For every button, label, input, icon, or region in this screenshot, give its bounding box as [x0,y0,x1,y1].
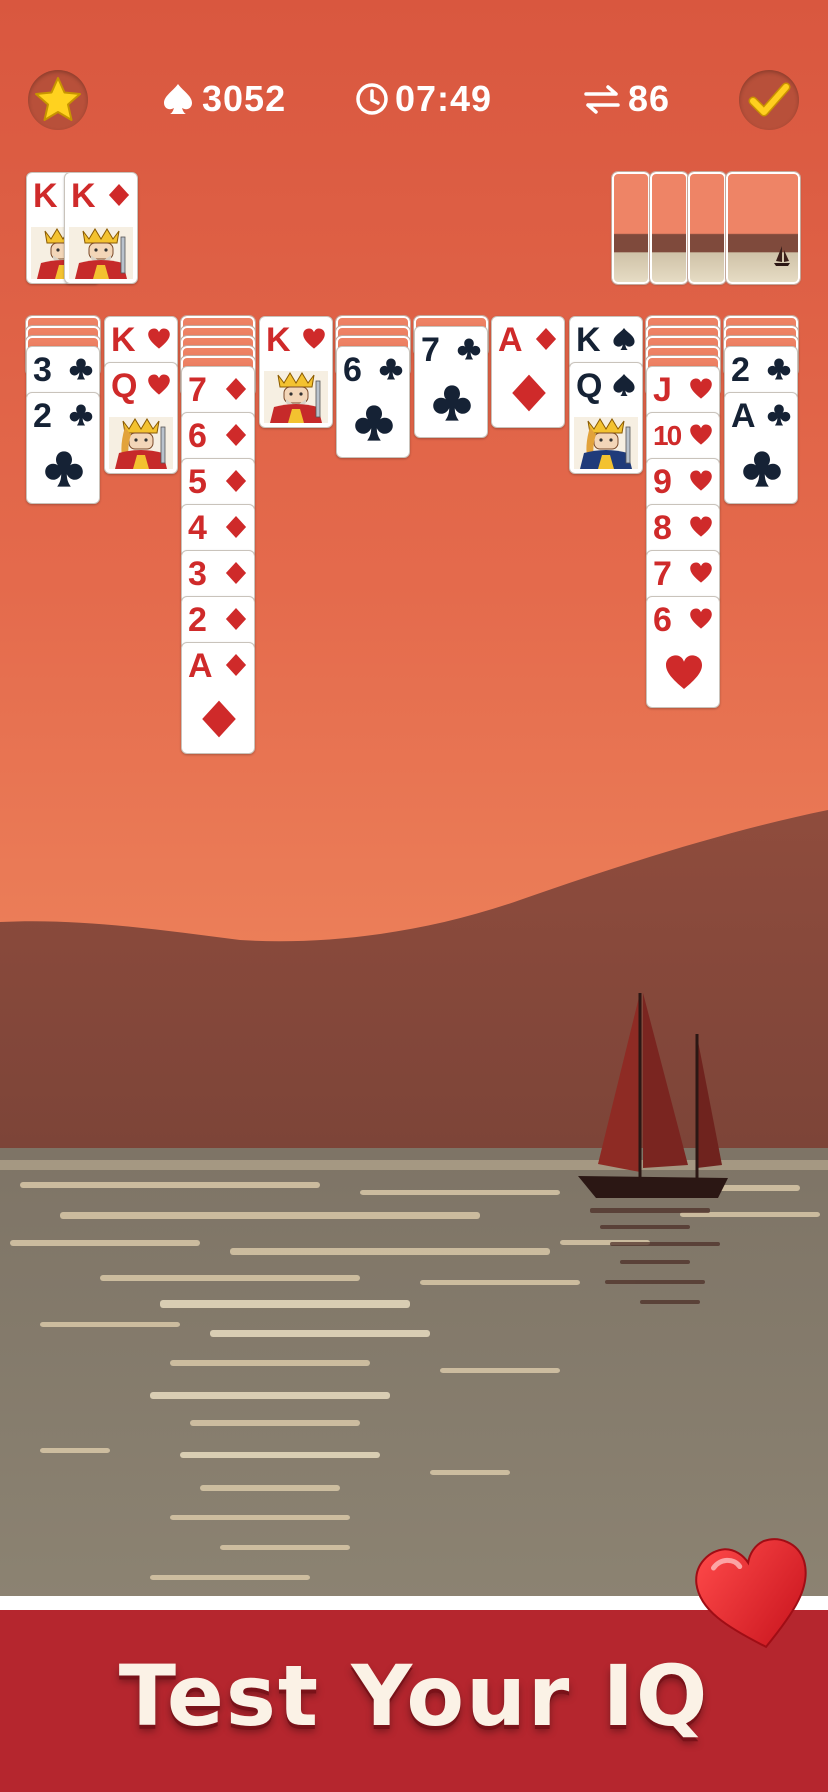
diamond-icon [225,469,247,493]
heart-icon [303,328,325,349]
timer-display: 07:49 [355,76,492,122]
tableau-card[interactable]: 6 [646,596,720,708]
king-portrait [69,227,133,279]
queen-portrait [109,417,173,469]
banner-title: Test Your IQ [118,1647,710,1745]
check-icon [748,82,791,117]
heart-icon [690,378,712,399]
diamond-icon [225,561,247,585]
club-icon [767,358,791,380]
tableau-card[interactable]: A [724,392,798,504]
foundation-card[interactable]: K [64,172,138,284]
club-large-icon [743,451,781,487]
clock-icon [356,83,388,115]
score-value: 3052 [202,78,287,119]
card-rank: 7 [421,331,440,369]
card-rank: 7 [653,555,672,593]
stock-card[interactable] [687,171,727,285]
club-icon [379,358,403,380]
card-rank: K [576,321,601,359]
card-rank: 3 [188,555,207,593]
stock-card[interactable] [611,171,651,285]
stock-card[interactable] [725,171,801,285]
score-display: 3052 [160,76,286,122]
diamond-icon [225,377,247,401]
heart-large-icon [666,655,702,689]
heart-icon [148,374,170,395]
card-rank: 4 [188,509,207,547]
star-icon [35,77,81,121]
card-rank: K [266,321,291,359]
card-rank: 10 [653,420,682,451]
card-rank: K [33,177,58,215]
swap-arrows-icon [584,85,620,114]
tableau-card[interactable]: A [181,642,255,754]
club-icon [767,404,791,426]
king-portrait [264,371,328,423]
tableau-card[interactable]: Q [104,362,178,474]
card-rank: 3 [33,351,52,389]
card-rank: A [188,647,213,685]
diamond-icon [108,183,130,207]
diamond-icon [225,423,247,447]
heart-icon [690,562,712,583]
card-rank: K [71,177,96,215]
card-rank: 6 [653,601,672,639]
card-rank: 2 [188,601,207,639]
card-rank: J [653,371,672,409]
card-rank: 7 [188,371,207,409]
diamond-large-icon [512,374,546,412]
queen-portrait [574,417,638,469]
heart-icon [148,328,170,349]
card-rank: 6 [188,417,207,455]
card-rank: Q [111,367,138,405]
spade-icon [613,327,635,351]
daily-challenge-button[interactable] [28,70,88,130]
card-rank: 8 [653,509,672,547]
card-rank: 5 [188,463,207,501]
club-large-icon [45,451,83,487]
card-rank: A [498,321,523,359]
diamond-icon [535,327,557,351]
heart-icon [690,608,712,629]
card-rank: 6 [343,351,362,389]
heart-icon [690,516,712,537]
club-icon [69,404,93,426]
club-large-icon [355,405,393,441]
card-rank: 9 [653,463,672,501]
tableau-card[interactable]: 2 [26,392,100,504]
card-rank: 2 [33,397,52,435]
tableau-card[interactable]: Q [569,362,643,474]
club-icon [457,338,481,360]
heart-icon [690,424,712,445]
stock-card[interactable] [649,171,689,285]
heart-icon [690,470,712,491]
club-large-icon [433,385,471,421]
diamond-large-icon [202,700,236,738]
card-rank: Q [576,367,603,405]
sailboat-icon [774,246,790,266]
card-rank: A [731,397,756,435]
card-rank: K [111,321,136,359]
tableau-card[interactable]: A [491,316,565,428]
hint-check-button[interactable] [739,70,799,130]
card-rank: 2 [731,351,750,389]
tableau-card[interactable]: 7 [414,326,488,438]
moves-value: 86 [628,78,671,119]
diamond-icon [225,515,247,539]
spade-icon [164,84,192,114]
diamond-icon [225,653,247,677]
club-icon [69,358,93,380]
heart-icon [695,1538,807,1649]
moves-display: 86 [582,76,670,122]
tableau-card[interactable]: K [259,316,333,428]
spade-icon [613,373,635,397]
tableau-card[interactable]: 6 [336,346,410,458]
timer-value: 07:49 [395,78,493,119]
diamond-icon [225,607,247,631]
